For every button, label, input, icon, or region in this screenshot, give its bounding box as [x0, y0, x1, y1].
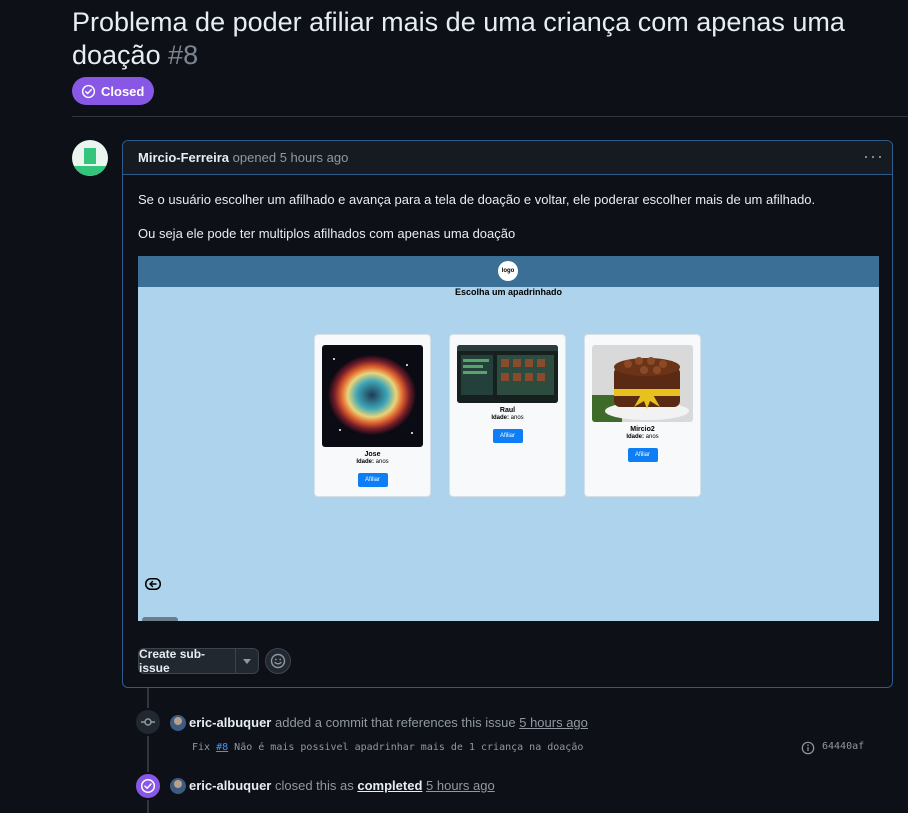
- check-circle-icon: [140, 778, 156, 794]
- issue-title: Problema de poder afiliar mais de uma cr…: [72, 6, 902, 72]
- cake-image: [592, 345, 693, 422]
- screenshot-heading: Escolha um apadrinhado: [454, 287, 563, 297]
- user-avatar[interactable]: [170, 778, 186, 794]
- commit-sha[interactable]: 64440af: [822, 741, 864, 752]
- tab-stub: [142, 617, 178, 621]
- comment-paragraph: Se o usuário escolher um afilhado e avan…: [138, 192, 816, 207]
- event-time[interactable]: 5 hours ago: [426, 778, 495, 793]
- comment-paragraph: Ou seja ele pode ter multiplos afilhados…: [138, 226, 516, 241]
- create-sub-issue-button[interactable]: Create sub-issue: [138, 647, 259, 675]
- header-divider: [72, 116, 908, 117]
- close-reason[interactable]: completed: [357, 778, 422, 793]
- issue-comment: Mircio-Ferreira opened 5 hours ago ··· S…: [122, 140, 893, 688]
- event-description: closed this as: [274, 778, 354, 793]
- screenshot-thumbnail: [457, 345, 558, 403]
- commit-issue-ref[interactable]: #8: [216, 742, 228, 753]
- closed-event-text: eric-albuquer closed this as completed 5…: [189, 778, 495, 793]
- screenshot-navbar: logo: [138, 256, 879, 287]
- event-user[interactable]: eric-albuquer: [189, 715, 271, 730]
- commit-message-line: Fix #8 Não é mais possivel apadrinhar ma…: [192, 742, 583, 753]
- comment-header: Mircio-Ferreira opened 5 hours ago: [123, 141, 892, 175]
- comment-action: opened: [232, 150, 277, 165]
- issue-number: #8: [168, 40, 199, 70]
- comment-time[interactable]: 5 hours ago: [280, 150, 349, 165]
- state-label: Closed: [101, 83, 145, 99]
- info-icon[interactable]: [801, 741, 815, 755]
- commit-event-badge: [134, 708, 162, 736]
- afiliar-button[interactable]: Afiliar: [357, 473, 388, 487]
- child-card: Jose Idade: anos Afiliar: [314, 334, 431, 497]
- child-card: Mircio2 Idade: anos Afiliar: [584, 334, 701, 497]
- closed-event-badge: [134, 772, 162, 800]
- comment-author[interactable]: Mircio-Ferreira: [138, 150, 229, 165]
- child-age: Idade: anos: [491, 415, 524, 421]
- event-user[interactable]: eric-albuquer: [189, 778, 271, 793]
- child-name: Raul: [499, 407, 516, 414]
- commit-message[interactable]: Não é mais possivel apadrinhar mais de 1…: [234, 742, 583, 753]
- git-commit-icon: [141, 718, 155, 726]
- child-age: Idade: anos: [356, 459, 389, 465]
- kebab-menu-icon[interactable]: ···: [863, 147, 884, 165]
- user-avatar[interactable]: [170, 715, 186, 731]
- back-arrow-icon[interactable]: [145, 578, 161, 590]
- logo: logo: [498, 261, 518, 281]
- create-sub-issue-label[interactable]: Create sub-issue: [139, 647, 236, 675]
- event-time[interactable]: 5 hours ago: [519, 715, 588, 730]
- child-name: Mircio2: [630, 426, 655, 433]
- child-age: Idade: anos: [626, 434, 659, 440]
- commit-event-text: eric-albuquer added a commit that refere…: [189, 715, 588, 730]
- commit-prefix: Fix: [192, 742, 211, 753]
- nebula-image: [322, 345, 423, 447]
- afiliar-button[interactable]: Afiliar: [627, 448, 658, 462]
- afiliar-button[interactable]: Afiliar: [492, 429, 523, 443]
- event-description: added a commit that references this issu…: [274, 715, 516, 730]
- add-reaction-button[interactable]: [265, 648, 291, 674]
- child-name: Jose: [364, 451, 381, 458]
- smiley-icon: [270, 653, 286, 669]
- check-circle-icon: [81, 84, 96, 98]
- embedded-screenshot[interactable]: logo Escolha um apadrinhado Jose Idade: …: [138, 256, 879, 621]
- caret-down-icon[interactable]: [236, 649, 258, 673]
- child-card: Raul Idade: anos Afiliar: [449, 334, 566, 497]
- closed-state-badge: Closed: [72, 77, 155, 105]
- author-avatar[interactable]: [72, 140, 108, 176]
